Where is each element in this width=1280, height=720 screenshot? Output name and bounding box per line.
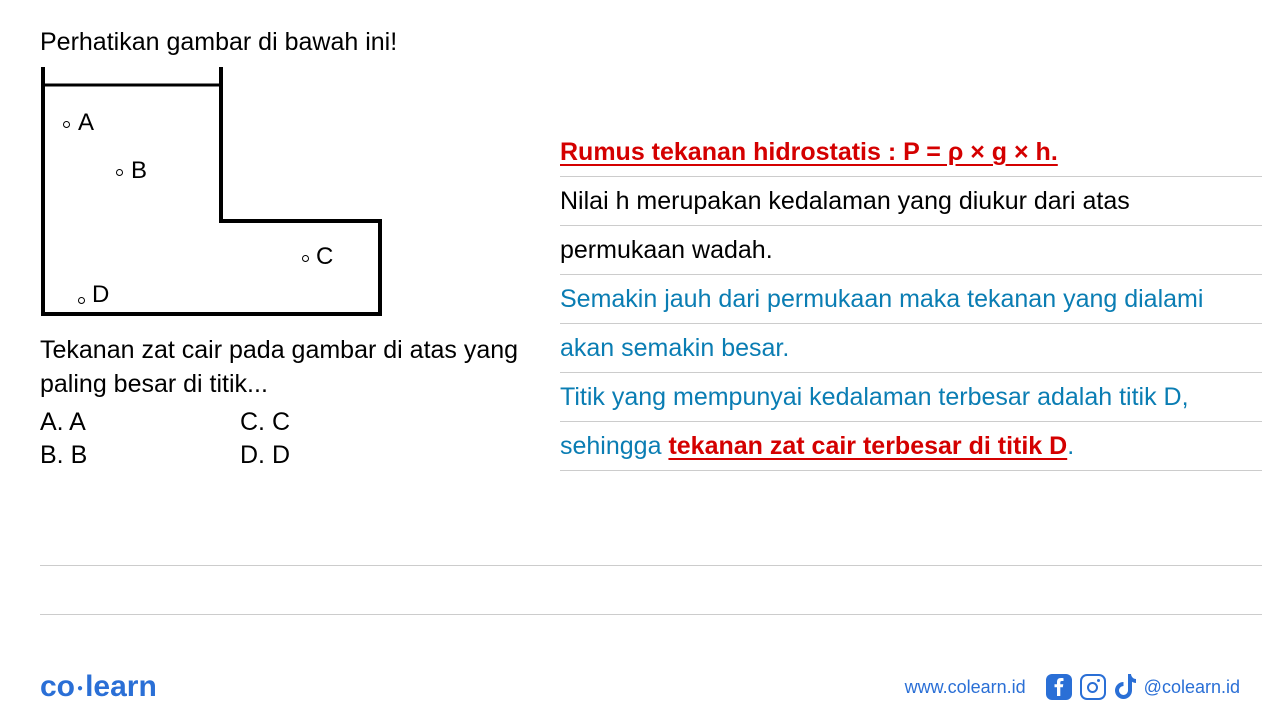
logo-part-1: co — [40, 670, 75, 703]
option-c: C. C — [240, 406, 290, 440]
point-label-a: A — [78, 109, 94, 137]
footer-right: www.colearn.id @colearn.id — [905, 674, 1240, 700]
explanation-line: Nilai h merupakan kedalaman yang diukur … — [560, 177, 1262, 226]
question-text: Tekanan zat cair pada gambar di atas yan… — [40, 334, 530, 402]
options-col-2: C. C D. D — [240, 406, 290, 474]
ruled-line — [40, 566, 1262, 615]
point-label-b: B — [131, 157, 147, 185]
option-a: A. A — [40, 406, 240, 440]
explanation-text: akan semakin besar. — [560, 334, 789, 362]
explanation-text: Titik yang mempunyai kedalaman terbesar … — [560, 383, 1189, 411]
explanation-line: Rumus tekanan hidrostatis : P = ρ × g × … — [560, 128, 1262, 177]
explanation-line: Semakin jauh dari permukaan maka tekanan… — [560, 275, 1262, 324]
point-label-d: D — [92, 281, 109, 309]
tiktok-icon — [1114, 674, 1136, 700]
answer-options: A. A B. B C. C D. D — [40, 406, 530, 474]
instruction-text: Perhatikan gambar di bawah ini! — [40, 28, 530, 57]
explanation-line: permukaan wadah. — [560, 226, 1262, 275]
brand-logo: co●learn — [40, 670, 157, 704]
point-dot — [63, 121, 70, 128]
explanation-text: Nilai h merupakan kedalaman yang diukur … — [560, 187, 1130, 215]
explanation-text: permukaan wadah. — [560, 236, 773, 264]
ruled-lines — [40, 517, 1262, 615]
instagram-icon — [1080, 674, 1106, 700]
explanation-column: Rumus tekanan hidrostatis : P = ρ × g × … — [540, 28, 1262, 518]
social-handle: @colearn.id — [1144, 677, 1240, 698]
point-dot — [116, 169, 123, 176]
website-url: www.colearn.id — [905, 677, 1026, 698]
explanation-line: akan semakin besar. — [560, 324, 1262, 373]
point-dot — [78, 297, 85, 304]
options-col-1: A. A B. B — [40, 406, 240, 474]
explanation-line: Titik yang mempunyai kedalaman terbesar … — [560, 373, 1262, 422]
logo-separator: ● — [75, 683, 85, 694]
facebook-icon — [1046, 674, 1072, 700]
container-diagram: A B C D — [40, 67, 385, 322]
page: Perhatikan gambar di bawah ini! A B C D … — [0, 0, 1280, 720]
logo-part-2: learn — [85, 670, 157, 703]
explanation-text: Semakin jauh dari permukaan maka tekanan… — [560, 285, 1203, 313]
explanation-text: . — [1067, 432, 1074, 460]
explanation-line: sehingga tekanan zat cair terbesar di ti… — [560, 422, 1262, 471]
question-column: Perhatikan gambar di bawah ini! A B C D … — [40, 28, 540, 518]
social-icons: @colearn.id — [1046, 674, 1240, 700]
ruled-line — [40, 517, 1262, 566]
point-dot — [302, 255, 309, 262]
footer: co●learn www.colearn.id @colearn.id — [0, 654, 1280, 720]
explanation-text: sehingga — [560, 432, 668, 460]
point-label-c: C — [316, 243, 333, 271]
answer-highlight: tekanan zat cair terbesar di titik D — [668, 432, 1067, 460]
content-area: Perhatikan gambar di bawah ini! A B C D … — [40, 28, 1262, 518]
formula-text: Rumus tekanan hidrostatis : P = ρ × g × … — [560, 138, 1058, 166]
option-b: B. B — [40, 439, 240, 473]
option-d: D. D — [240, 439, 290, 473]
